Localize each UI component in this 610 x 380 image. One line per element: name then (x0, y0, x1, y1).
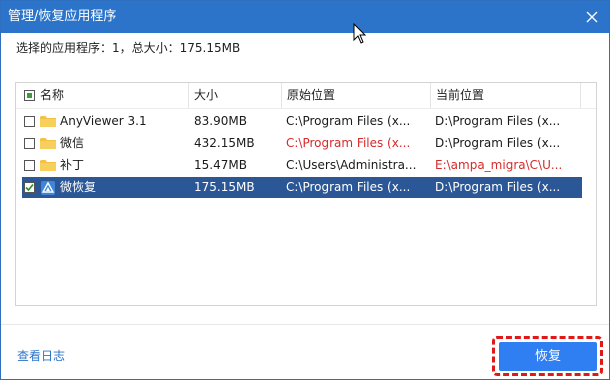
header-current-location[interactable]: 当前位置 (430, 83, 580, 108)
folder-icon (40, 160, 56, 171)
row-size: 15.47MB (194, 158, 247, 172)
checkmark-icon (25, 183, 34, 192)
row-checkbox[interactable] (24, 116, 35, 127)
row-checkbox-checked[interactable] (24, 182, 35, 193)
row-original-location: C:\Users\Administra... (286, 158, 417, 172)
row-size: 83.90MB (194, 114, 247, 128)
header-size[interactable]: 大小 (188, 83, 281, 108)
row-name: 微恢复 (60, 180, 97, 194)
row-size: 175.15MB (194, 180, 255, 194)
restore-dialog: 管理/恢复应用程序 选择的应用程序：1，总大小：175.15MB 名称 大小 原… (0, 0, 610, 380)
mouse-cursor-icon (353, 23, 367, 44)
select-all-checkbox[interactable] (24, 90, 35, 101)
row-checkbox[interactable] (24, 138, 35, 149)
table-row[interactable]: 微信 432.15MB C:\Program Files (x... D:\Pr… (22, 133, 582, 154)
partial-check-indicator (27, 93, 32, 98)
window-title: 管理/恢复应用程序 (8, 9, 117, 24)
close-icon (586, 11, 598, 23)
row-original-location: C:\Program Files (x... (286, 136, 411, 150)
row-current-location: D:\Program Files (x... (435, 114, 561, 128)
row-checkbox[interactable] (24, 160, 35, 171)
row-name: 微信 (60, 136, 85, 150)
row-name: 补丁 (60, 158, 85, 172)
table-row[interactable]: AnyViewer 3.1 83.90MB C:\Program Files (… (22, 111, 582, 132)
row-original-location: C:\Program Files (x... (286, 114, 411, 128)
list-header: 名称 大小 原始位置 当前位置 (16, 83, 596, 109)
row-size: 432.15MB (194, 136, 255, 150)
row-name: AnyViewer 3.1 (60, 114, 147, 128)
row-original-location: C:\Program Files (x... (286, 180, 411, 194)
row-current-location: E:\ampa_migra\C\U... (435, 158, 563, 172)
close-button[interactable] (579, 4, 605, 30)
restore-button[interactable]: 恢复 (499, 342, 597, 371)
header-name-label: 名称 (40, 88, 65, 102)
folder-icon (40, 116, 56, 127)
table-row[interactable]: 补丁 15.47MB C:\Users\Administra... E:\amp… (22, 155, 582, 176)
table-row-selected[interactable]: 微恢复 175.15MB C:\Program Files (x... D:\P… (22, 177, 582, 198)
application-list[interactable]: 名称 大小 原始位置 当前位置 AnyViewer 3.1 83.90MB C:… (15, 82, 597, 306)
app-icon (41, 181, 55, 195)
selection-summary: 选择的应用程序：1，总大小：175.15MB (16, 41, 241, 55)
header-original-label: 原始位置 (287, 88, 336, 102)
header-size-label: 大小 (194, 88, 219, 102)
footer-divider (1, 324, 609, 325)
row-current-location: D:\Program Files (x... (435, 180, 561, 194)
view-log-link[interactable]: 查看日志 (17, 347, 65, 364)
header-original-location[interactable]: 原始位置 (281, 83, 430, 108)
folder-icon (40, 138, 56, 149)
header-spacer (580, 83, 595, 108)
app-logo-icon (41, 181, 55, 193)
row-current-location: D:\Program Files (x... (435, 136, 561, 150)
header-name[interactable]: 名称 (24, 83, 192, 108)
title-bar[interactable]: 管理/恢复应用程序 (1, 1, 609, 33)
header-current-label: 当前位置 (436, 88, 485, 102)
